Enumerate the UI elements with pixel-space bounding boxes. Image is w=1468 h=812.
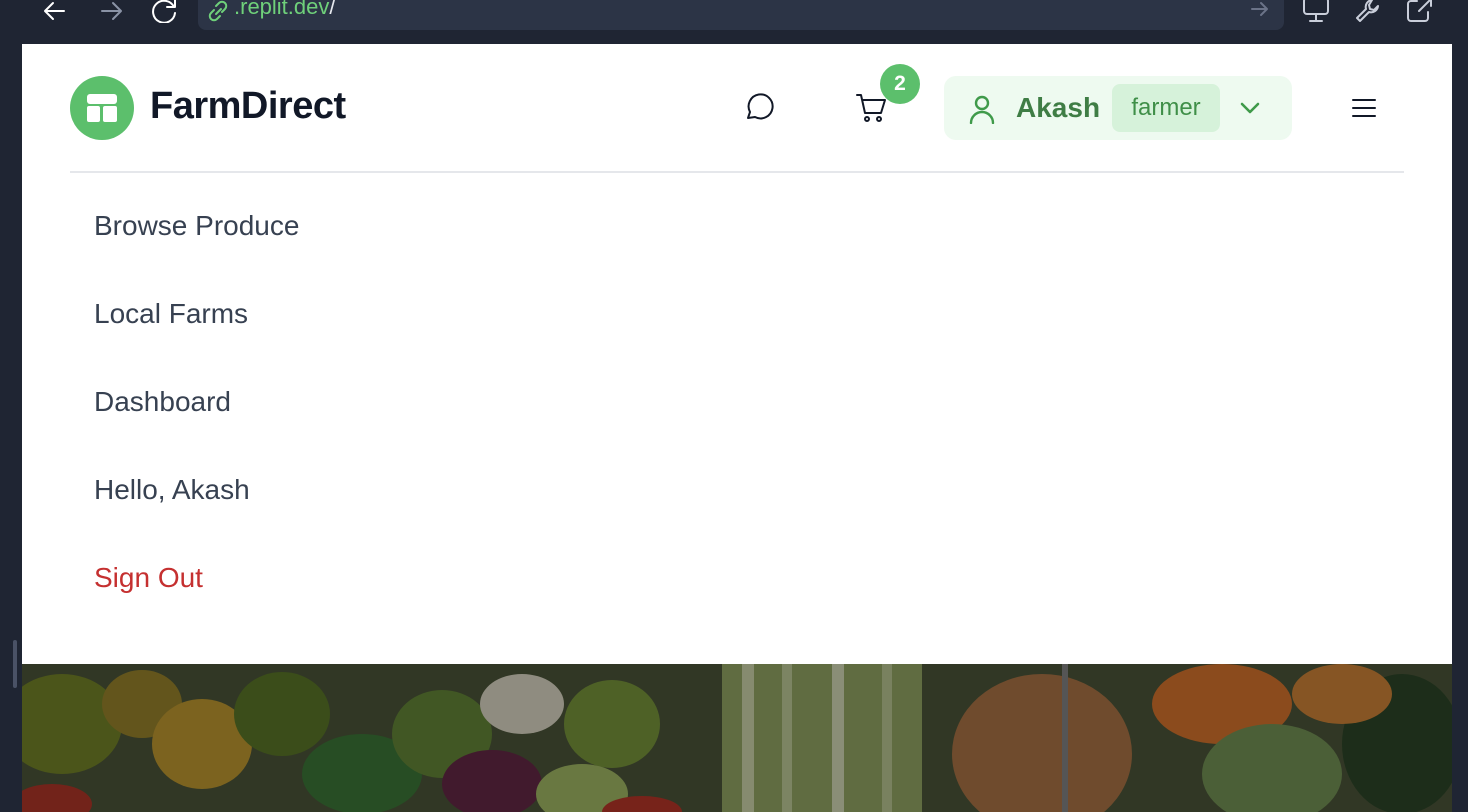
nav-browse-produce[interactable]: Browse Produce [94,174,1294,262]
hero-image [22,664,1452,812]
hamburger-icon[interactable] [1344,88,1384,128]
storefront-icon[interactable] [70,76,134,140]
window-right-edge [1452,0,1468,812]
nav-browse-produce-label: Browse Produce [94,210,300,241]
hero-overlay [22,664,1452,812]
sign-out-label: Sign Out [94,562,203,593]
forward-arrow-icon[interactable] [96,0,126,22]
user-icon [968,94,996,129]
nav-local-farms-label: Local Farms [94,298,249,329]
cart-count-badge: 2 [880,64,920,104]
user-name: Akash [1016,92,1101,123]
go-arrow-icon[interactable] [1250,0,1270,23]
url-text: .replit.dev/ [234,0,336,20]
nav-greeting-label: Hello, Akash [94,474,250,505]
url-bar[interactable]: .replit.dev/ [198,0,1284,30]
sign-out-button[interactable]: Sign Out [94,526,1294,614]
url-path: / [329,0,336,19]
external-link-icon[interactable] [1404,0,1436,24]
nav-greeting: Hello, Akash [94,438,1294,526]
user-menu[interactable]: Akash farmer [944,76,1292,140]
reload-icon[interactable] [150,0,180,23]
chevron-down-icon[interactable] [1238,96,1262,125]
brand-name[interactable]: FarmDirect [150,85,346,128]
wrench-icon[interactable] [1352,0,1384,24]
resize-handle[interactable] [13,640,17,688]
mobile-nav-menu: Browse Produce Local Farms Dashboard Hel… [94,174,1294,614]
nav-dashboard[interactable]: Dashboard [94,350,1294,438]
back-arrow-icon[interactable] [40,0,70,22]
page: FarmDirect 2 Akash farmer Browse Produce… [22,44,1452,812]
site-header: FarmDirect 2 Akash farmer [70,44,1404,173]
browser-toolbar: .replit.dev/ [0,0,1468,44]
url-host: .replit.dev [234,0,330,19]
nav-dashboard-label: Dashboard [94,386,231,417]
link-icon [206,0,230,27]
chat-bubble-icon[interactable] [740,88,780,128]
monitor-icon[interactable] [1300,0,1332,24]
nav-local-farms[interactable]: Local Farms [94,262,1294,350]
window-left-edge [0,0,22,812]
role-badge: farmer [1112,84,1220,132]
